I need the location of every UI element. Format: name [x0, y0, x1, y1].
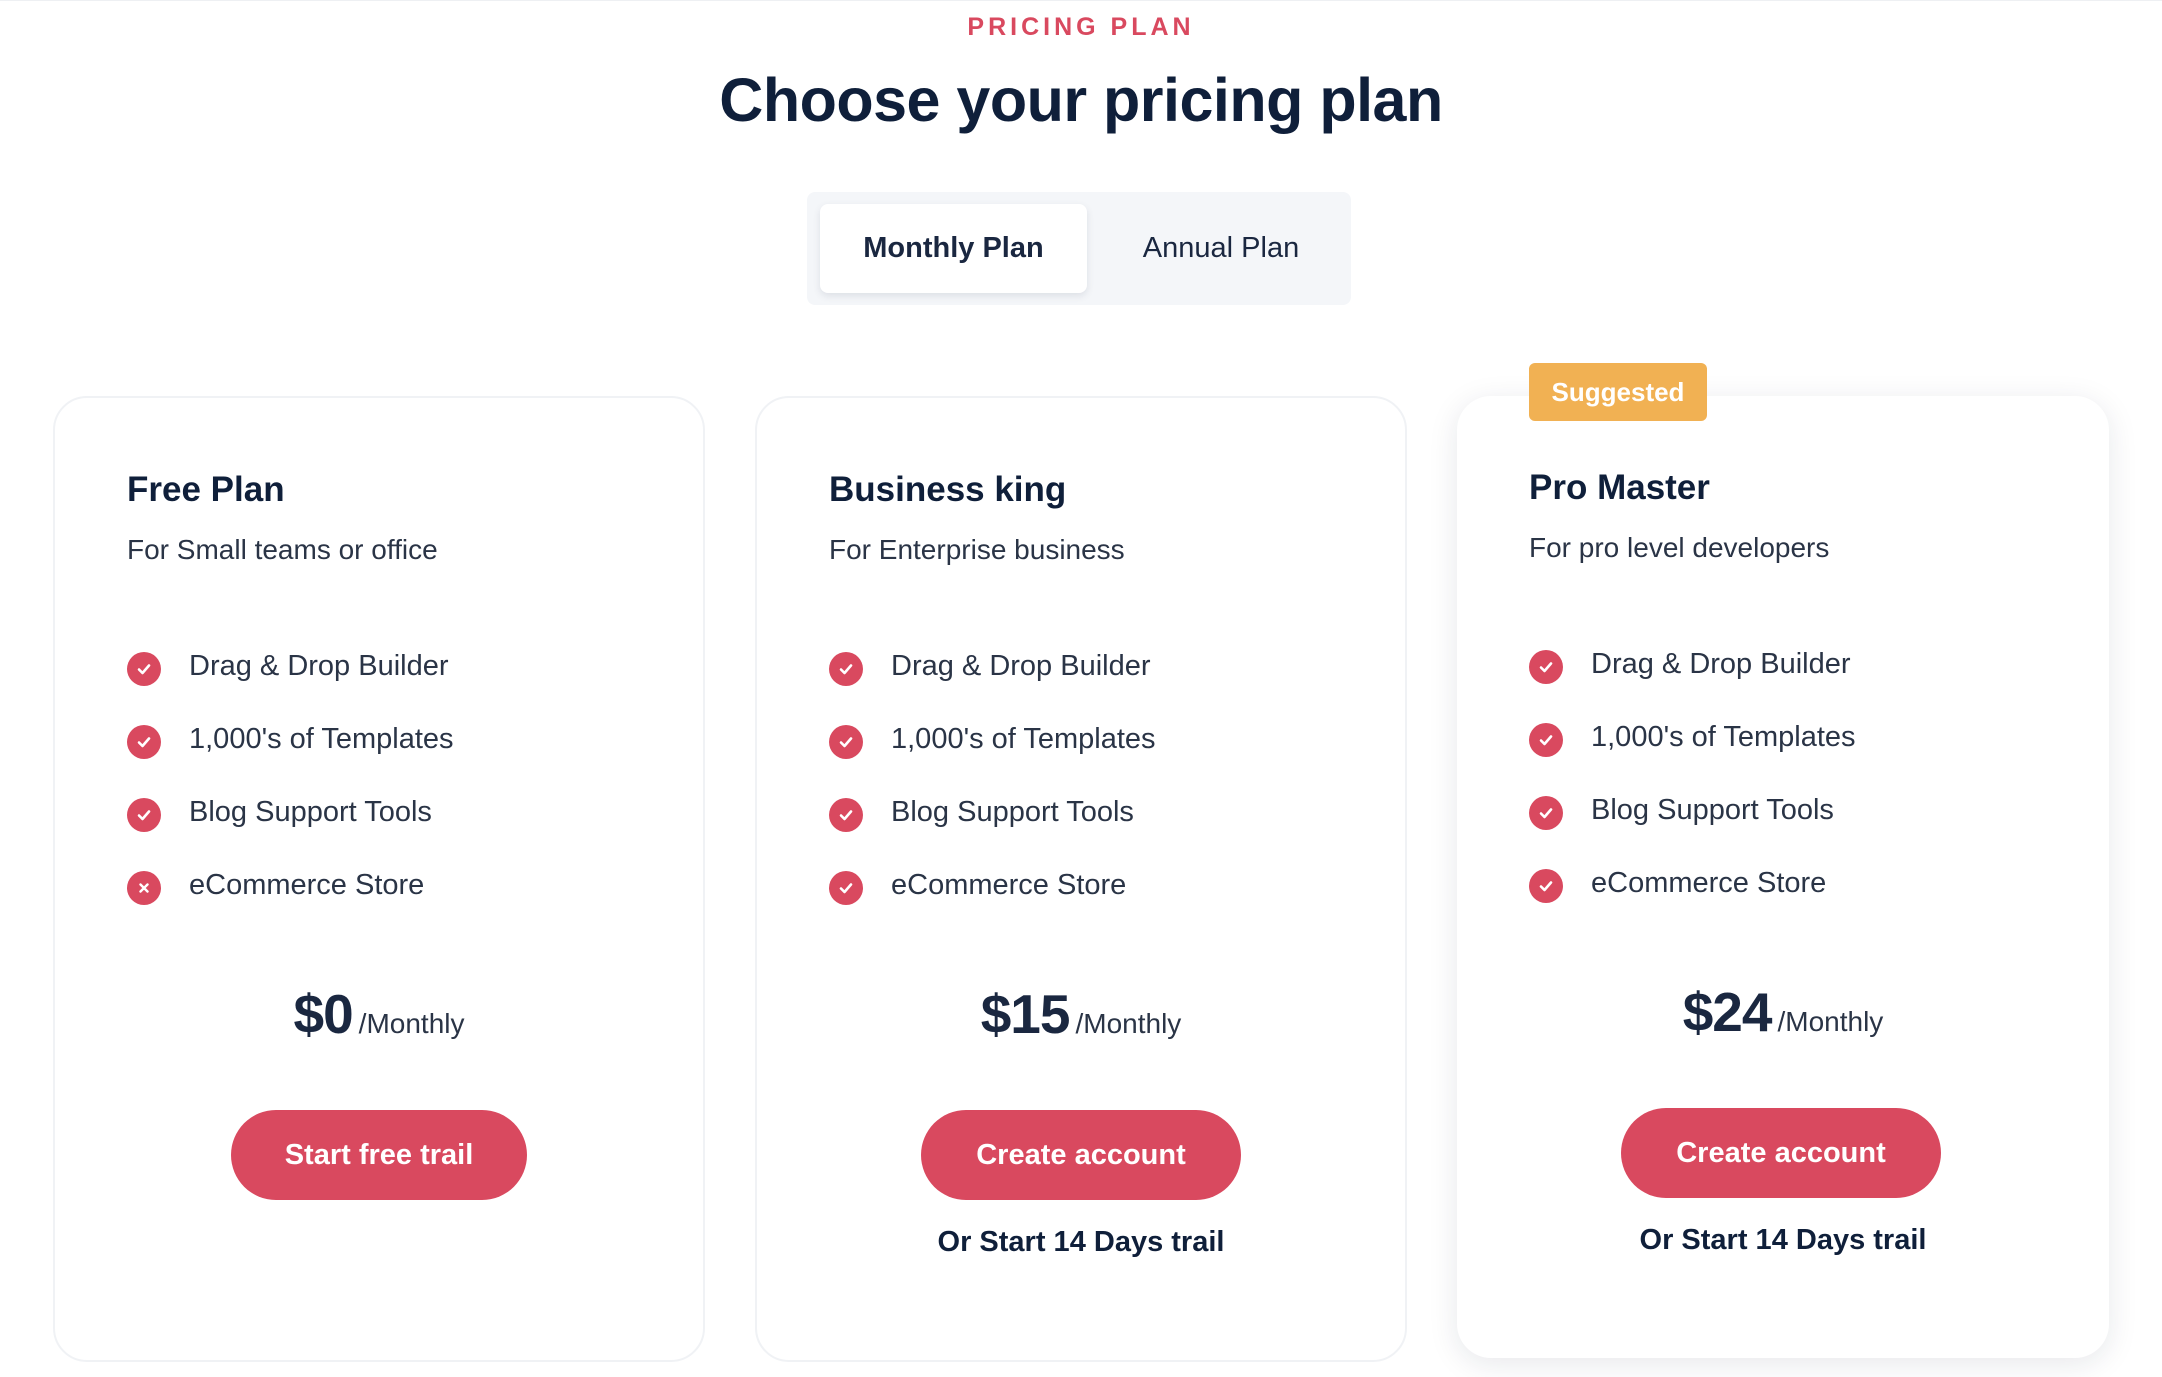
feature-item: Drag & Drop Builder: [127, 650, 454, 723]
check-icon: [829, 725, 863, 759]
feature-label: Drag & Drop Builder: [1591, 648, 1851, 680]
feature-item: 1,000's of Templates: [127, 723, 454, 796]
check-icon: [127, 652, 161, 686]
feature-item: eCommerce Store: [127, 869, 454, 942]
feature-list: Drag & Drop Builder 1,000's of Templates…: [1529, 648, 1856, 940]
close-icon: [127, 871, 161, 905]
feature-label: eCommerce Store: [1591, 867, 1827, 899]
plan-subtitle: For Enterprise business: [829, 534, 1125, 565]
trial-link[interactable]: Or Start 14 Days trail: [1457, 1224, 2109, 1257]
feature-item: Blog Support Tools: [829, 796, 1156, 869]
price-row: $0 /Monthly: [55, 982, 703, 1046]
billing-period: /Monthly: [1777, 1006, 1884, 1037]
feature-label: eCommerce Store: [189, 869, 425, 901]
feature-label: Blog Support Tools: [1591, 794, 1834, 826]
check-icon: [127, 725, 161, 759]
feature-label: 1,000's of Templates: [891, 723, 1156, 755]
pricing-card-free: Free Plan For Small teams or office Drag…: [53, 396, 705, 1362]
billing-period: /Monthly: [358, 1008, 465, 1039]
feature-item: Drag & Drop Builder: [1529, 648, 1856, 721]
check-icon: [829, 652, 863, 686]
pricing-card-pro: Suggested Pro Master For pro level devel…: [1457, 363, 2109, 1358]
feature-label: eCommerce Store: [891, 869, 1127, 901]
feature-item: Blog Support Tools: [127, 796, 454, 869]
check-icon: [1529, 796, 1563, 830]
feature-list: Drag & Drop Builder 1,000's of Templates…: [829, 650, 1156, 942]
feature-label: 1,000's of Templates: [189, 723, 454, 755]
feature-item: Drag & Drop Builder: [829, 650, 1156, 723]
trial-link[interactable]: Or Start 14 Days trail: [757, 1226, 1405, 1259]
create-account-button[interactable]: Create account: [921, 1110, 1241, 1200]
check-icon: [829, 798, 863, 832]
start-free-trial-button[interactable]: Start free trail: [231, 1110, 527, 1200]
feature-label: Drag & Drop Builder: [189, 650, 449, 682]
feature-item: 1,000's of Templates: [829, 723, 1156, 796]
check-icon: [1529, 723, 1563, 757]
feature-item: 1,000's of Templates: [1529, 721, 1856, 794]
check-icon: [829, 871, 863, 905]
plan-subtitle: For Small teams or office: [127, 534, 438, 565]
feature-label: Blog Support Tools: [891, 796, 1134, 828]
section-eyebrow: PRICING PLAN: [967, 13, 1195, 41]
feature-label: 1,000's of Templates: [1591, 721, 1856, 753]
plan-name: Free Plan: [127, 470, 285, 509]
billing-period-toggle: Monthly Plan Annual Plan: [807, 192, 1351, 305]
toggle-monthly-plan[interactable]: Monthly Plan: [820, 204, 1087, 293]
plan-price: $24: [1682, 981, 1773, 1043]
price-row: $15 /Monthly: [757, 982, 1405, 1046]
feature-label: Blog Support Tools: [189, 796, 432, 828]
billing-period: /Monthly: [1075, 1008, 1182, 1039]
page-title: Choose your pricing plan: [719, 66, 1443, 134]
feature-item: eCommerce Store: [1529, 867, 1856, 940]
plan-name: Business king: [829, 470, 1067, 509]
pricing-section: PRICING PLAN Choose your pricing plan Mo…: [0, 0, 2162, 1377]
feature-list: Drag & Drop Builder 1,000's of Templates…: [127, 650, 454, 942]
feature-label: Drag & Drop Builder: [891, 650, 1151, 682]
plan-subtitle: For pro level developers: [1529, 532, 1830, 563]
pricing-card-business: Business king For Enterprise business Dr…: [755, 396, 1407, 1362]
check-icon: [1529, 650, 1563, 684]
price-row: $24 /Monthly: [1457, 980, 2109, 1044]
feature-item: eCommerce Store: [829, 869, 1156, 942]
plan-price: $15: [980, 983, 1071, 1045]
check-icon: [1529, 869, 1563, 903]
feature-item: Blog Support Tools: [1529, 794, 1856, 867]
toggle-annual-plan[interactable]: Annual Plan: [1103, 204, 1339, 293]
create-account-button[interactable]: Create account: [1621, 1108, 1941, 1198]
plan-price: $0: [293, 983, 353, 1045]
check-icon: [127, 798, 161, 832]
suggested-badge: Suggested: [1529, 363, 1707, 421]
plan-name: Pro Master: [1529, 468, 1710, 507]
